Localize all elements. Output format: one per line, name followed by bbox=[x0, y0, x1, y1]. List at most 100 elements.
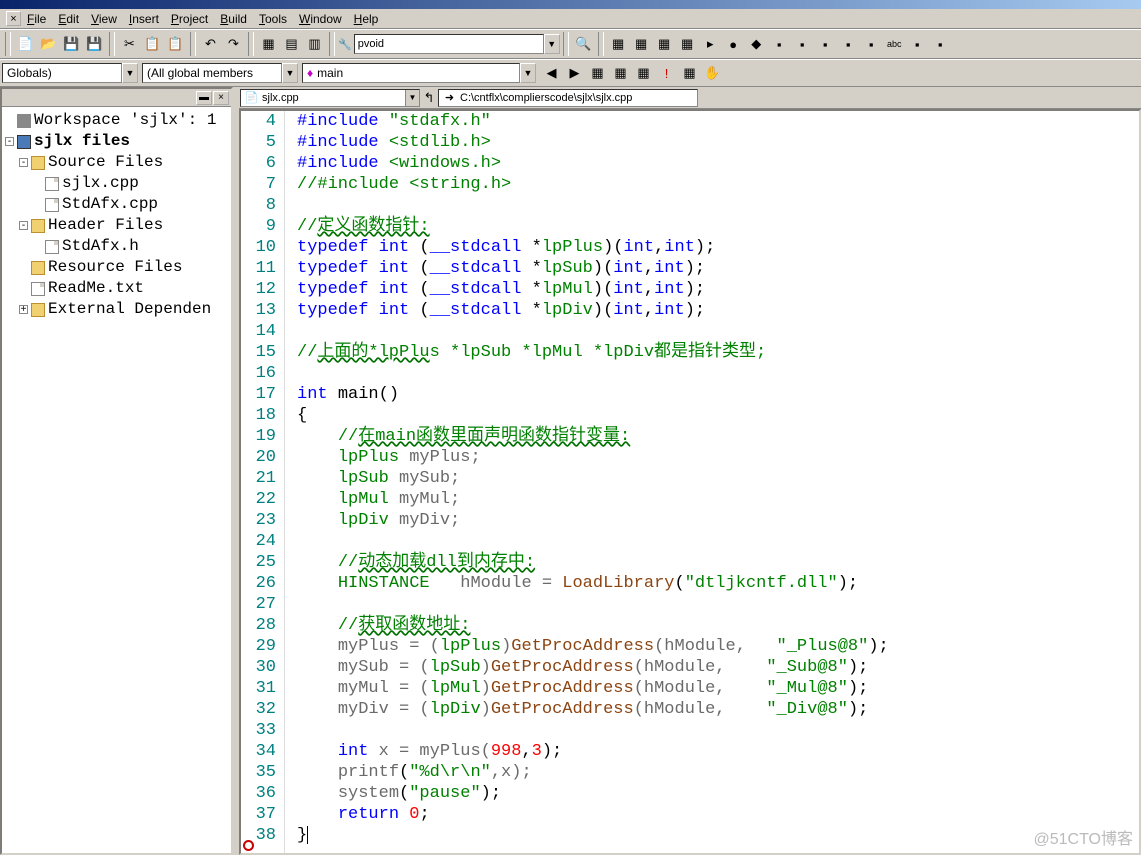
save-all-icon[interactable]: 💾 bbox=[83, 33, 106, 55]
code-line[interactable]: int main() bbox=[297, 384, 1139, 405]
code-line[interactable]: //定义函数指针: bbox=[297, 216, 1139, 237]
stop-build-icon[interactable]: ▦ bbox=[676, 33, 699, 55]
cut-icon[interactable]: ✂ bbox=[118, 33, 141, 55]
menu-build[interactable]: Build bbox=[214, 10, 253, 28]
members-combo[interactable]: (All global members ▼ bbox=[142, 62, 298, 84]
save-icon[interactable]: 💾 bbox=[60, 33, 83, 55]
tb11-icon[interactable]: ▪ bbox=[837, 33, 860, 55]
tb12-icon[interactable]: ▪ bbox=[860, 33, 883, 55]
paste-icon[interactable]: 📋 bbox=[164, 33, 187, 55]
menu-tools[interactable]: Tools bbox=[253, 10, 293, 28]
window-list-icon[interactable]: ▥ bbox=[303, 33, 326, 55]
tb9-icon[interactable]: ▪ bbox=[791, 33, 814, 55]
code-line[interactable]: //获取函数地址: bbox=[297, 615, 1139, 636]
code-line[interactable]: HINSTANCE hModule = LoadLibrary("dtljkcn… bbox=[297, 573, 1139, 594]
code-line[interactable]: myPlus = (lpPlus)GetProcAddress(hModule,… bbox=[297, 636, 1139, 657]
code-line[interactable]: typedef int (__stdcall *lpSub)(int,int); bbox=[297, 258, 1139, 279]
code-line[interactable]: //上面的*lpPlus *lpSub *lpMul *lpDiv都是指针类型; bbox=[297, 342, 1139, 363]
code-line[interactable]: lpSub mySub; bbox=[297, 468, 1139, 489]
dock-icon[interactable]: ▬ bbox=[196, 91, 212, 105]
debug3-icon[interactable]: ▦ bbox=[632, 62, 655, 84]
mdi-close-button[interactable]: × bbox=[6, 11, 21, 26]
expand-icon[interactable]: + bbox=[19, 305, 28, 314]
scope-combo[interactable]: Globals) ▼ bbox=[2, 62, 138, 84]
nav-fwd-icon[interactable]: ▶ bbox=[563, 62, 586, 84]
undo-icon[interactable]: ↶ bbox=[199, 33, 222, 55]
breakpoint-icon[interactable]: ● bbox=[722, 33, 745, 55]
tb8-icon[interactable]: ▪ bbox=[768, 33, 791, 55]
debug2-icon[interactable]: ▦ bbox=[609, 62, 632, 84]
code-line[interactable]: myMul = (lpMul)GetProcAddress(hModule, "… bbox=[297, 678, 1139, 699]
collapse-icon[interactable]: - bbox=[5, 137, 14, 146]
code-line[interactable]: { bbox=[297, 405, 1139, 426]
tree-item[interactable]: -sjlx files bbox=[5, 131, 228, 152]
code-line[interactable]: lpMul myMul; bbox=[297, 489, 1139, 510]
tree-item[interactable]: Workspace 'sjlx': 1 bbox=[5, 110, 228, 131]
code-line[interactable]: typedef int (__stdcall *lpMul)(int,int); bbox=[297, 279, 1139, 300]
tree-item[interactable]: StdAfx.h bbox=[5, 236, 228, 257]
tb14-icon[interactable]: ▪ bbox=[929, 33, 952, 55]
tile-icon[interactable]: ▦ bbox=[607, 33, 630, 55]
code-editor[interactable]: 4567891011121314151617181920212223242526… bbox=[239, 109, 1141, 855]
wizard-input[interactable] bbox=[354, 34, 544, 54]
collapse-icon[interactable]: - bbox=[19, 158, 28, 167]
code-line[interactable]: return 0; bbox=[297, 804, 1139, 825]
menu-insert[interactable]: Insert bbox=[123, 10, 165, 28]
menu-view[interactable]: View bbox=[85, 10, 123, 28]
redo-icon[interactable]: ↷ bbox=[222, 33, 245, 55]
chevron-down-icon[interactable]: ▼ bbox=[544, 34, 560, 54]
code-line[interactable] bbox=[297, 321, 1139, 342]
code-line[interactable] bbox=[297, 363, 1139, 384]
menu-edit[interactable]: Edit bbox=[52, 10, 85, 28]
tb7-icon[interactable]: ◆ bbox=[745, 33, 768, 55]
code-line[interactable]: typedef int (__stdcall *lpDiv)(int,int); bbox=[297, 300, 1139, 321]
output-icon[interactable]: ▤ bbox=[280, 33, 303, 55]
chevron-down-icon[interactable]: ▼ bbox=[122, 63, 138, 83]
code-line[interactable]: lpDiv myDiv; bbox=[297, 510, 1139, 531]
stop-icon[interactable]: ! bbox=[655, 62, 678, 84]
chevron-down-icon[interactable]: ▼ bbox=[405, 90, 419, 106]
code-line[interactable]: typedef int (__stdcall *lpPlus)(int,int)… bbox=[297, 237, 1139, 258]
debug1-icon[interactable]: ▦ bbox=[586, 62, 609, 84]
tree-item[interactable]: -Header Files bbox=[5, 215, 228, 236]
code-line[interactable] bbox=[297, 195, 1139, 216]
nav-back-icon[interactable]: ◀ bbox=[540, 62, 563, 84]
code-line[interactable]: int x = myPlus(998,3); bbox=[297, 741, 1139, 762]
new-icon[interactable]: 📄 bbox=[14, 33, 37, 55]
code-line[interactable]: myDiv = (lpDiv)GetProcAddress(hModule, "… bbox=[297, 699, 1139, 720]
abc-icon[interactable]: abc bbox=[883, 33, 906, 55]
collapse-icon[interactable]: - bbox=[19, 221, 28, 230]
chevron-down-icon[interactable]: ▼ bbox=[282, 63, 298, 83]
workspace-icon[interactable]: ▦ bbox=[257, 33, 280, 55]
copy-icon[interactable]: 📋 bbox=[141, 33, 164, 55]
function-combo[interactable]: ♦main ▼ bbox=[302, 62, 536, 84]
menu-help[interactable]: Help bbox=[348, 10, 385, 28]
code-line[interactable]: #include "stdafx.h" bbox=[297, 111, 1139, 132]
tree-item[interactable]: ReadMe.txt bbox=[5, 278, 228, 299]
code-line[interactable]: //动态加载dll到内存中: bbox=[297, 552, 1139, 573]
code-line[interactable]: #include <stdlib.h> bbox=[297, 132, 1139, 153]
menu-window[interactable]: Window bbox=[293, 10, 348, 28]
close-icon[interactable]: × bbox=[213, 91, 229, 105]
code-line[interactable]: printf("%d\r\n",x); bbox=[297, 762, 1139, 783]
code-line[interactable] bbox=[297, 720, 1139, 741]
tree-item[interactable]: StdAfx.cpp bbox=[5, 194, 228, 215]
code-line[interactable]: mySub = (lpSub)GetProcAddress(hModule, "… bbox=[297, 657, 1139, 678]
code-line[interactable]: //在main函数里面声明函数指针变量: bbox=[297, 426, 1139, 447]
menu-project[interactable]: Project bbox=[165, 10, 214, 28]
tree-item[interactable]: -Source Files bbox=[5, 152, 228, 173]
hand-icon[interactable]: ✋ bbox=[701, 62, 724, 84]
code-line[interactable]: lpPlus myPlus; bbox=[297, 447, 1139, 468]
tree-item[interactable]: +External Dependen bbox=[5, 299, 228, 320]
code-line[interactable] bbox=[297, 531, 1139, 552]
menu-file[interactable]: File bbox=[21, 10, 52, 28]
tb13-icon[interactable]: ▪ bbox=[906, 33, 929, 55]
tb10-icon[interactable]: ▪ bbox=[814, 33, 837, 55]
compile-icon[interactable]: ▦ bbox=[630, 33, 653, 55]
go-icon[interactable]: ▸ bbox=[699, 33, 722, 55]
code-line[interactable]: } bbox=[297, 825, 1139, 846]
code-line[interactable]: //#include <string.h> bbox=[297, 174, 1139, 195]
find-icon[interactable]: 🔍 bbox=[572, 33, 595, 55]
workspace-tree[interactable]: Workspace 'sjlx': 1-sjlx files-Source Fi… bbox=[2, 107, 231, 853]
breakpoint-marker[interactable] bbox=[243, 840, 254, 851]
